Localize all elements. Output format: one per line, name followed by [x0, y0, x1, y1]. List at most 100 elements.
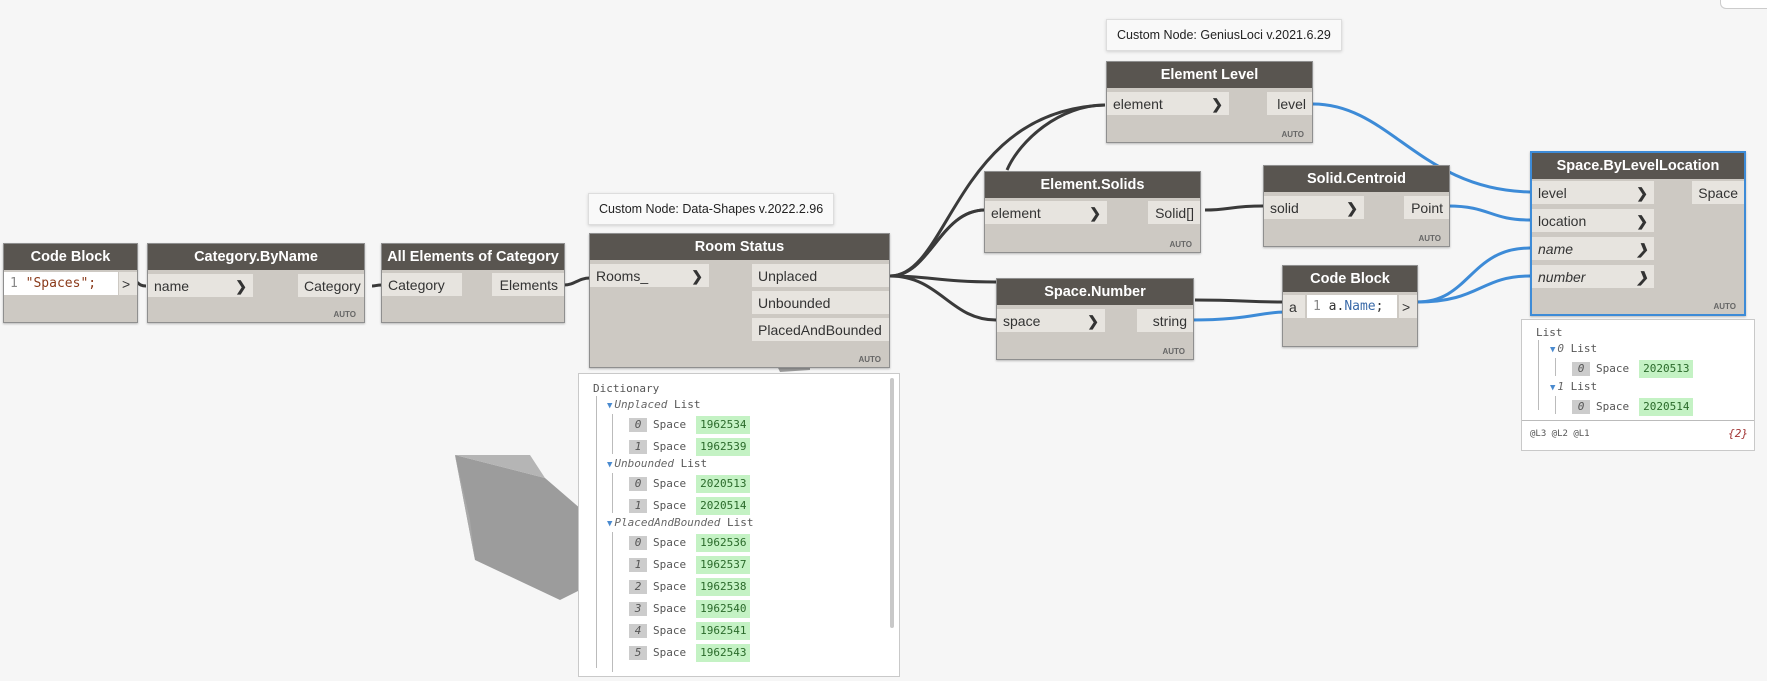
input-port-location[interactable]: location ❯ [1532, 209, 1654, 233]
input-port-a[interactable]: a [1283, 295, 1305, 319]
caret-down-icon[interactable]: ▼ [1550, 383, 1555, 393]
node-element-level[interactable]: Element Level element ❯ level AUTO [1106, 61, 1313, 143]
input-port-element[interactable]: element ❯ [985, 201, 1107, 225]
space-preview[interactable]: List ▼ 0 List 0 Space 2020513 ▼ 1 List 0 Spac… [1521, 319, 1755, 451]
port-label: name [1538, 241, 1574, 257]
list-item: 1 Space 1962537 [629, 556, 751, 574]
chevron-right-icon: ❯ [1087, 313, 1099, 329]
output-port-elements[interactable]: Elements [492, 273, 564, 297]
input-port-element[interactable]: element ❯ [1107, 92, 1229, 116]
port-label: element [991, 205, 1041, 221]
input-port-space[interactable]: space ❯ [997, 309, 1105, 333]
output-port-point[interactable]: Point [1404, 196, 1449, 220]
graph-canvas[interactable]: Code Block 1 "Spaces"; > Category.ByName… [0, 0, 1767, 681]
port-label: name [154, 278, 190, 294]
preview-scrollbar[interactable] [890, 378, 894, 628]
output-port-unplaced[interactable]: Unplaced [752, 264, 889, 288]
chevron-right-icon: ❯ [1089, 205, 1101, 221]
list-item: 0 Space 1962536 [629, 534, 751, 552]
code-editor[interactable]: 1 "Spaces"; [4, 272, 118, 296]
lacing-label: AUTO [1418, 234, 1441, 243]
line-number: 1 [10, 276, 18, 291]
chevron-right-icon: ❯ [1636, 241, 1648, 257]
code-text: "Spaces"; [25, 276, 97, 291]
input-port-name[interactable]: name ❯ [148, 274, 253, 298]
node-solid-centroid[interactable]: Solid.Centroid solid ❯ Point AUTO [1263, 165, 1450, 247]
custom-node-tooltip: Custom Node: GeniusLoci v.2021.6.29 [1106, 19, 1342, 51]
custom-node-tooltip: Custom Node: Data-Shapes v.2022.2.96 [588, 193, 835, 225]
caret-down-icon[interactable]: ▼ [607, 460, 612, 470]
preview-group-placed-and-bounded[interactable]: ▼ PlacedAndBounded List [607, 514, 754, 532]
output-port-solids[interactable]: Solid[] [1148, 201, 1200, 225]
list-item: 5 Space 1962543 [629, 644, 751, 662]
list-item: 0 Space 1962534 [629, 416, 751, 434]
caret-down-icon[interactable]: ▼ [607, 519, 612, 529]
caret-down-icon[interactable]: ▼ [1550, 345, 1555, 355]
zoom-controls-icon[interactable] [1720, 0, 1767, 9]
node-category-by-name[interactable]: Category.ByName name ❯ Category AUTO [147, 243, 365, 323]
input-port-name[interactable]: name ❯ [1532, 237, 1654, 261]
output-port-space[interactable]: Space [1692, 181, 1744, 205]
list-item: 0 Space 2020513 [629, 475, 751, 493]
output-port-string[interactable]: string [1137, 309, 1193, 333]
input-port-category[interactable]: Category [382, 273, 462, 297]
code-end: ; [1375, 299, 1384, 314]
chevron-right-icon: ❯ [1636, 269, 1648, 285]
lacing-label: AUTO [1162, 347, 1185, 356]
code-editor[interactable]: 1 a.Name; [1307, 295, 1397, 319]
port-label: number [1538, 269, 1586, 285]
node-title: Category.ByName [148, 244, 364, 270]
list-item: 2 Space 1962538 [629, 578, 751, 596]
preview-sublist-1[interactable]: ▼ 1 List [1550, 378, 1597, 396]
list-item: 0 Space 2020514 [1572, 398, 1694, 416]
chevron-right-icon: ❯ [1211, 96, 1223, 112]
node-code-block-name[interactable]: Code Block a 1 a.Name; > [1282, 265, 1418, 347]
port-label: element [1113, 96, 1163, 112]
node-title: Element Level [1107, 62, 1312, 88]
node-room-status[interactable]: Room Status Rooms_ ❯ Unplaced Unbounded P… [589, 233, 890, 368]
list-count: {2} [1728, 427, 1748, 440]
node-title: Room Status [590, 234, 889, 260]
output-port-placed-and-bounded[interactable]: PlacedAndBounded [752, 318, 889, 342]
node-all-elements-of-category[interactable]: All Elements of Category Category Elemen… [381, 243, 565, 323]
output-port-level[interactable]: level [1267, 92, 1312, 116]
output-port-unbounded[interactable]: Unbounded [752, 291, 889, 315]
node-code-block-spaces[interactable]: Code Block 1 "Spaces"; > [3, 243, 138, 323]
node-title: Code Block [4, 244, 137, 270]
list-item: 1 Space 1962539 [629, 438, 751, 456]
preview-group-unbounded[interactable]: ▼ Unbounded List [607, 455, 707, 473]
chevron-right-icon: ❯ [1636, 185, 1648, 201]
input-port-solid[interactable]: solid ❯ [1264, 196, 1364, 220]
input-port-rooms[interactable]: Rooms_ ❯ [590, 264, 709, 288]
node-title: Space.Number [997, 279, 1193, 305]
node-title: Element.Solids [985, 172, 1200, 198]
list-item: 3 Space 1962540 [629, 600, 751, 618]
node-title: Code Block [1283, 266, 1417, 292]
list-item: 4 Space 1962541 [629, 622, 751, 640]
lacing-label: AUTO [1281, 130, 1304, 139]
input-port-number[interactable]: number ❯ [1532, 265, 1654, 289]
chevron-right-icon: ❯ [1346, 200, 1358, 216]
code-object: a. [1328, 299, 1345, 314]
node-space-number[interactable]: Space.Number space ❯ string AUTO [996, 278, 1194, 360]
input-port-level[interactable]: level ❯ [1532, 181, 1654, 205]
node-space-by-level-location[interactable]: Space.ByLevelLocation level ❯ location ❯ n… [1530, 151, 1746, 316]
output-port[interactable]: > [1399, 295, 1417, 319]
output-port-category[interactable]: Category [298, 274, 364, 298]
preview-sublist-0[interactable]: ▼ 0 List [1550, 340, 1597, 358]
lacing-label: AUTO [1713, 302, 1736, 311]
output-port[interactable]: > [119, 272, 137, 296]
lacing-label: AUTO [1169, 240, 1192, 249]
port-label: solid [1270, 200, 1299, 216]
node-element-solids[interactable]: Element.Solids element ❯ Solid[] AUTO [984, 171, 1201, 253]
preview-group-unplaced[interactable]: ▼ Unplaced List [607, 396, 701, 414]
list-levels: @L3 @L2 @L1 [1530, 429, 1590, 439]
node-title: Solid.Centroid [1264, 166, 1449, 192]
line-number: 1 [1313, 299, 1321, 314]
room-status-preview[interactable]: Dictionary ▼ Unplaced List 0 Space 1962534 … [578, 373, 900, 677]
chevron-right-icon: ❯ [1636, 213, 1648, 229]
list-item: 0 Space 2020513 [1572, 360, 1694, 378]
chevron-right-icon: ❯ [235, 278, 247, 294]
caret-down-icon[interactable]: ▼ [607, 401, 612, 411]
port-label: space [1003, 313, 1041, 329]
